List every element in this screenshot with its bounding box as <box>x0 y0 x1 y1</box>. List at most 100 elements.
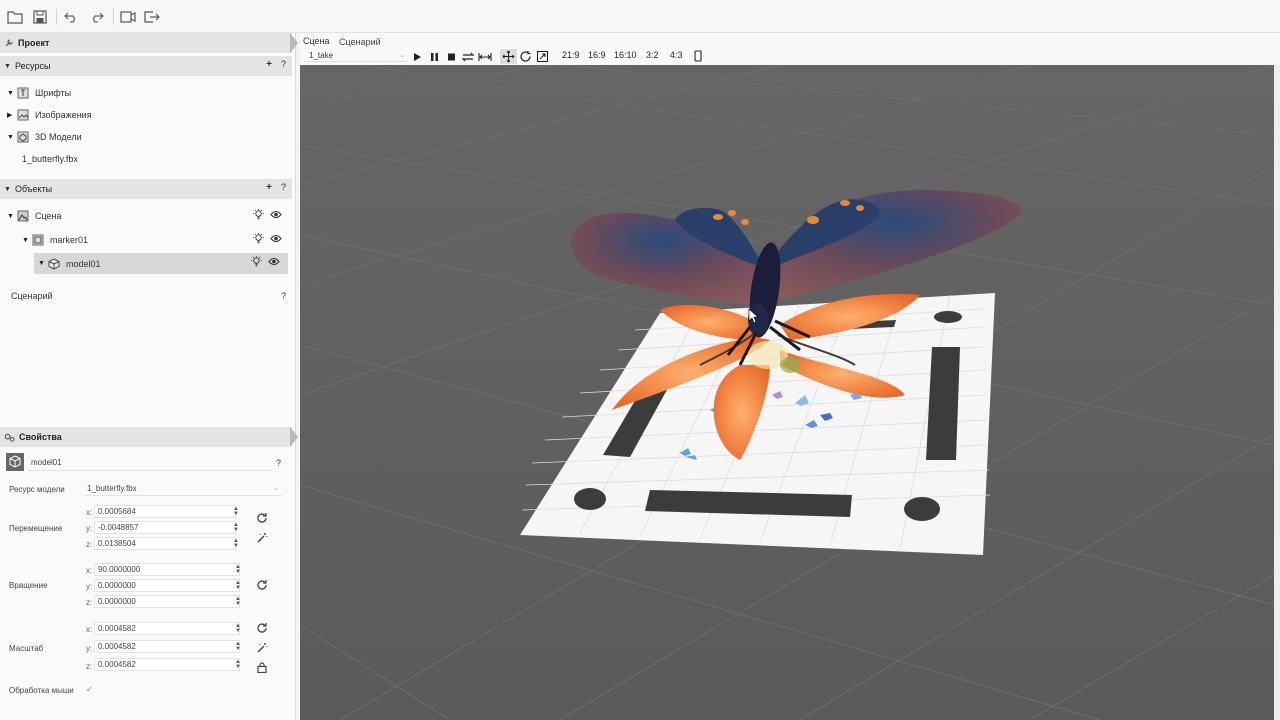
tree-item-marker01[interactable]: ▼ marker01 <box>22 230 292 250</box>
scale-z-input[interactable]: 0.0004582 <box>94 658 240 671</box>
position-x-input[interactable]: 0.0005684 <box>94 505 236 518</box>
eye-icon[interactable] <box>268 256 280 267</box>
reset-icon[interactable] <box>256 622 268 634</box>
folder-open-icon[interactable] <box>6 8 24 26</box>
tree-item-images[interactable]: ▶ Изображения <box>7 105 92 125</box>
scenario-label: Сценарий <box>11 291 53 301</box>
aspect-16-9-button[interactable]: 16:9 <box>588 50 606 60</box>
loop-icon[interactable] <box>461 51 475 63</box>
undo-icon[interactable] <box>62 8 80 26</box>
position-y-spinner[interactable]: ▲ ▼ <box>233 522 239 533</box>
object-name-input[interactable]: model01 <box>28 456 272 471</box>
aspect-4-3-button[interactable]: 4:3 <box>670 50 683 60</box>
project-header[interactable]: Проект <box>0 33 298 53</box>
model-resource-select[interactable]: 1_butterfly.fbx ⌄ <box>84 483 282 496</box>
scale-z-spinner[interactable]: ▲ ▼ <box>235 659 241 670</box>
save-icon[interactable] <box>31 8 49 26</box>
scale-x-spinner[interactable]: ▲ ▼ <box>235 623 241 634</box>
scenario-help-button[interactable]: ? <box>281 291 286 301</box>
aspect-16-10-button[interactable]: 16:10 <box>614 50 637 60</box>
fit-width-icon[interactable] <box>478 51 492 63</box>
eye-icon[interactable] <box>270 233 282 244</box>
light-bulb-icon[interactable] <box>251 256 262 267</box>
mouse-handling-label: Обработка мыши <box>9 686 74 695</box>
take-select[interactable]: 1_take ⌄ <box>304 49 408 62</box>
model-cube-icon <box>6 453 24 471</box>
axis-z-label: z: <box>86 662 93 671</box>
preview-icon[interactable] <box>119 8 137 26</box>
collapsed-triangle-icon[interactable]: ▶ <box>7 111 17 119</box>
axis-z-label: z: <box>86 540 93 549</box>
axis-y-label: y: <box>86 582 93 591</box>
font-file-icon <box>17 87 29 99</box>
lock-icon[interactable] <box>256 661 268 673</box>
add-object-button[interactable]: + <box>266 182 272 193</box>
light-bulb-icon[interactable] <box>253 233 264 244</box>
add-resource-button[interactable]: + <box>266 59 272 70</box>
redo-icon[interactable] <box>88 8 106 26</box>
viewport-scrollbar[interactable] <box>1274 65 1280 720</box>
eye-icon[interactable] <box>270 209 282 220</box>
tree-item-model01[interactable]: ▼ model01 <box>34 253 288 274</box>
scale-y-input[interactable]: 0.0004582 <box>94 640 240 653</box>
left-panel: Проект ▼ Ресурсы + ? ▼ Шрифты ▶ Изображе… <box>0 33 298 720</box>
rotation-x-input[interactable]: 90.0000000 <box>94 563 240 576</box>
expand-triangle-icon[interactable]: ▼ <box>38 260 48 267</box>
tree-item-label: marker01 <box>50 235 89 245</box>
stop-icon[interactable] <box>447 52 456 62</box>
rotation-z-spinner[interactable]: ▲ ▼ <box>235 596 241 607</box>
pause-icon[interactable] <box>430 52 439 62</box>
resources-title: Ресурсы <box>14 61 51 71</box>
tab-scene[interactable]: Сцена <box>303 36 330 46</box>
axis-x-label: x: <box>86 625 93 634</box>
tree-item-3d-models[interactable]: ▼ 3D Модели <box>7 127 82 147</box>
scenario-section[interactable]: Сценарий ? <box>11 286 288 306</box>
properties-header[interactable]: Свойства <box>0 427 298 447</box>
tree-item-scene[interactable]: ▼ Сцена <box>7 206 292 226</box>
properties-help-button[interactable]: ? <box>276 458 281 468</box>
aspect-21-9-button[interactable]: 21:9 <box>562 50 580 60</box>
rotation-y-input[interactable]: 0.0000000 <box>94 579 240 592</box>
reset-icon[interactable] <box>256 579 268 591</box>
rotation-x-spinner[interactable]: ▲ ▼ <box>235 564 241 575</box>
expand-triangle-icon[interactable]: ▼ <box>4 186 11 193</box>
objects-help-button[interactable]: ? <box>281 182 286 193</box>
expand-triangle-icon[interactable]: ▼ <box>7 213 17 220</box>
magic-wand-icon[interactable] <box>256 532 268 544</box>
expand-triangle-icon[interactable]: ▼ <box>4 63 11 70</box>
position-z-spinner[interactable]: ▲ ▼ <box>233 538 239 549</box>
light-bulb-icon[interactable] <box>253 209 264 220</box>
aspect-3-2-button[interactable]: 3:2 <box>646 50 659 60</box>
scale-label: Масштаб <box>9 644 44 653</box>
reset-icon[interactable] <box>256 512 268 524</box>
position-x-spinner[interactable]: ▲ ▼ <box>233 506 239 517</box>
mobile-portrait-icon[interactable] <box>694 50 702 62</box>
expand-triangle-icon[interactable]: ▼ <box>22 237 32 244</box>
scene-canvas <box>300 65 1274 720</box>
tree-item-butterfly-fbx[interactable]: 1_butterfly.fbx <box>22 149 78 169</box>
image-file-icon <box>17 109 29 121</box>
objects-header[interactable]: ▼ Объекты + ? <box>0 179 292 199</box>
position-z-input[interactable]: 0.0138504 <box>94 537 236 550</box>
tree-item-fonts[interactable]: ▼ Шрифты <box>7 83 71 103</box>
export-icon[interactable] <box>143 8 161 26</box>
position-y-input[interactable]: -0.0048857 <box>94 521 236 534</box>
resources-help-button[interactable]: ? <box>281 59 286 70</box>
expand-triangle-icon[interactable]: ▼ <box>7 134 17 141</box>
magic-wand-icon[interactable] <box>256 642 268 654</box>
rotation-z-input[interactable]: 0.0000000 <box>94 595 240 608</box>
scale-x-input[interactable]: 0.0004582 <box>94 622 240 635</box>
tab-scenario[interactable]: Сценарий <box>339 37 381 47</box>
scale-icon[interactable] <box>536 50 549 63</box>
play-icon[interactable] <box>413 52 422 62</box>
collapse-chevron-icon[interactable] <box>290 427 298 447</box>
move-icon[interactable] <box>502 50 515 63</box>
resources-header[interactable]: ▼ Ресурсы + ? <box>0 56 292 76</box>
expand-triangle-icon[interactable]: ▼ <box>7 90 17 97</box>
scene-viewport[interactable] <box>300 65 1274 720</box>
rotate-icon[interactable] <box>519 50 532 63</box>
collapse-chevron-icon[interactable] <box>290 33 298 53</box>
scale-y-spinner[interactable]: ▲ ▼ <box>235 641 241 652</box>
rotation-y-spinner[interactable]: ▲ ▼ <box>235 580 241 591</box>
mouse-handling-checkbox[interactable]: ✓ <box>86 685 93 694</box>
